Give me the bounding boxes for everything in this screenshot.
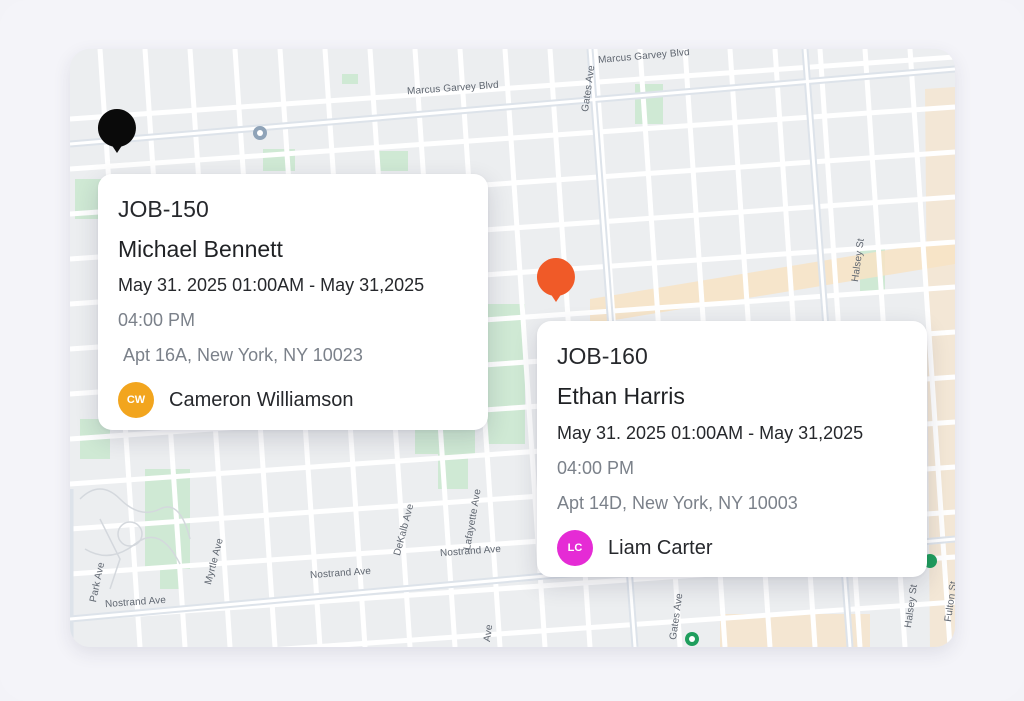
assignee-name: Liam Carter: [608, 537, 713, 559]
job-card[interactable]: JOB-150 Michael Bennett May 31. 2025 01:…: [98, 174, 488, 430]
job-time-end: 04:00 PM: [557, 458, 635, 478]
map-pin-orange-icon[interactable]: [535, 256, 577, 306]
job-card[interactable]: JOB-160 Ethan Harris May 31. 2025 01:00A…: [537, 321, 927, 577]
job-id: JOB-150: [118, 196, 209, 222]
avatar: CW: [118, 382, 154, 418]
assignee-name: Cameron Williamson: [169, 389, 354, 411]
avatar: LC: [557, 530, 593, 566]
customer-name: Ethan Harris: [557, 383, 685, 409]
page-background: Marcus Garvey Blvd Marcus Garvey Blvd Ga…: [0, 0, 1024, 701]
map-pin-black-icon[interactable]: [96, 107, 138, 157]
job-address: Apt 16A, New York, NY 10023: [123, 345, 363, 365]
job-time-range: May 31. 2025 01:00AM - May 31,2025: [118, 275, 425, 295]
customer-name: Michael Bennett: [118, 236, 283, 262]
job-address: Apt 14D, New York, NY 10003: [557, 493, 798, 513]
job-id: JOB-160: [557, 343, 648, 369]
job-time-end: 04:00 PM: [118, 310, 196, 330]
job-time-range: May 31. 2025 01:00AM - May 31,2025: [557, 423, 864, 443]
